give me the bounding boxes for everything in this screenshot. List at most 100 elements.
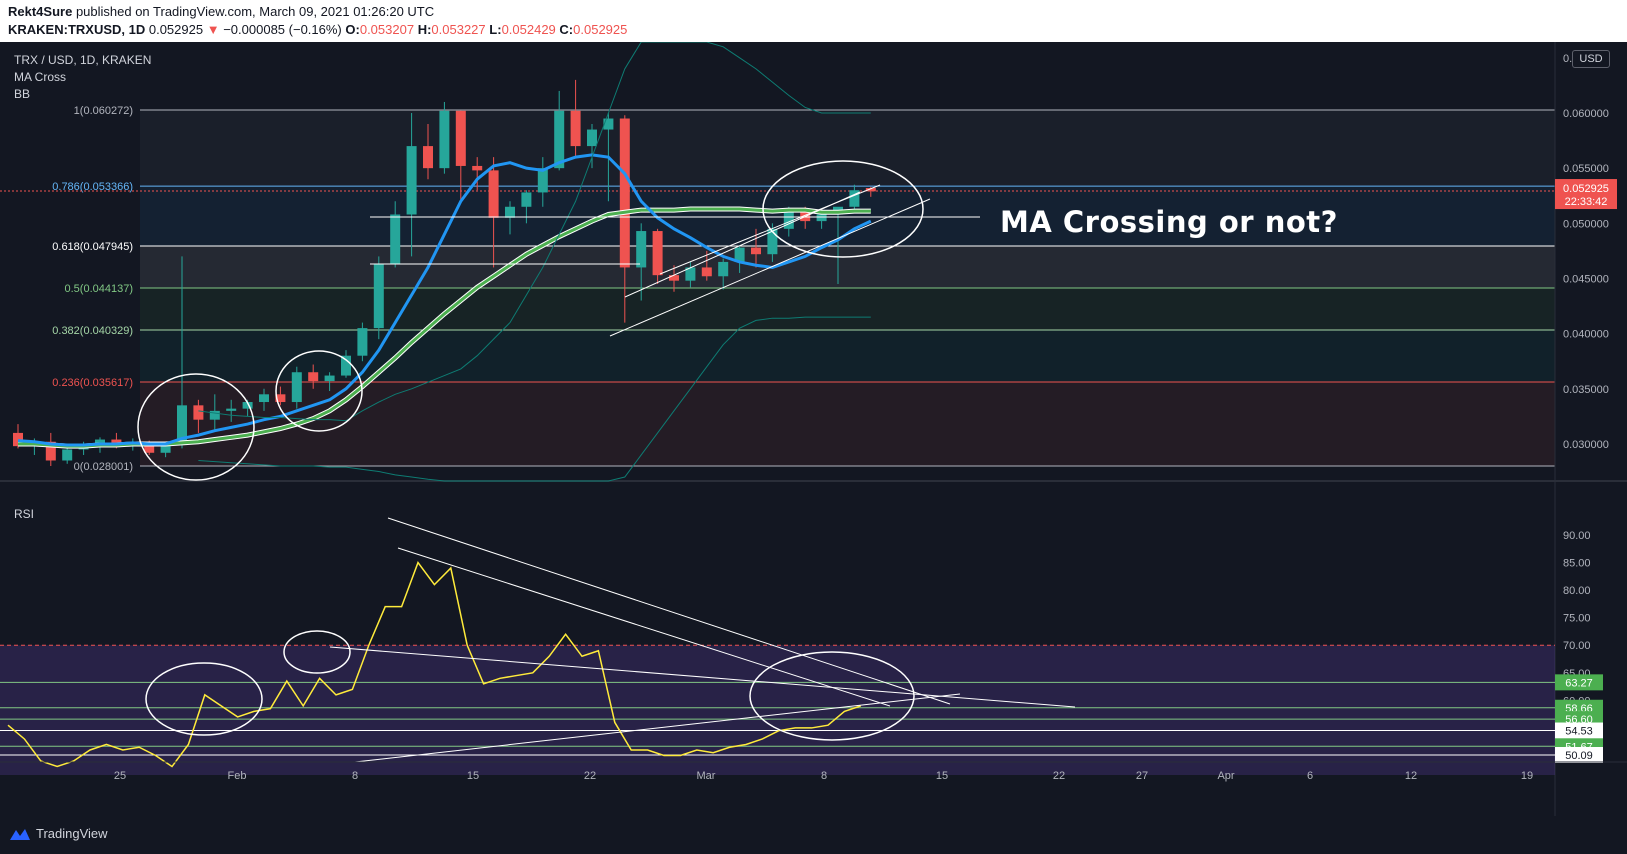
main-pane-legend: TRX / USD, 1D, KRAKEN MA Cross BB xyxy=(14,52,151,103)
candle-body xyxy=(718,261,729,277)
publish-line: Rekt4Sure published on TradingView.com, … xyxy=(8,4,434,19)
brand-name: TradingView xyxy=(36,826,108,841)
close-value: 0.052925 xyxy=(573,22,628,37)
candle-body xyxy=(570,110,581,147)
candle-body xyxy=(652,231,663,276)
time-tick-label: 8 xyxy=(821,770,827,782)
ma-cross-legend[interactable]: MA Cross xyxy=(14,69,151,86)
time-tick-label: 25 xyxy=(114,770,126,782)
candle-body xyxy=(439,110,450,169)
fib-label: 0(0.028001) xyxy=(74,461,133,473)
price-tick-label: 0.060000 xyxy=(1563,108,1609,120)
candle-body xyxy=(62,449,73,461)
candle-body xyxy=(587,129,597,147)
price-tick-label: 0.055000 xyxy=(1563,163,1609,175)
fib-zone xyxy=(140,245,1555,288)
rsi-tick-label: 90.00 xyxy=(1563,530,1591,542)
rsi-legend[interactable]: RSI xyxy=(14,506,34,523)
fib-label: 0.618(0.047945) xyxy=(52,241,133,253)
candle-body xyxy=(521,192,532,207)
candle-body xyxy=(783,210,794,229)
countdown-badge: 22:33:42 xyxy=(1565,196,1608,208)
rsi-badge-label: 63.27 xyxy=(1565,677,1593,689)
time-tick-label: 22 xyxy=(1053,770,1065,782)
time-tick-label: Feb xyxy=(228,770,247,782)
price-tick-label: 0.030000 xyxy=(1563,439,1609,451)
publish-header: Rekt4Sure published on TradingView.com, … xyxy=(0,0,1627,42)
author-name[interactable]: Rekt4Sure xyxy=(8,4,72,19)
price-tick-label: 0.045000 xyxy=(1563,273,1609,285)
time-tick-label: 19 xyxy=(1521,770,1533,782)
candle-body xyxy=(619,118,630,268)
bb-legend[interactable]: BB xyxy=(14,86,151,103)
candle-body xyxy=(308,372,319,382)
price-tick-label: 0.050000 xyxy=(1563,218,1609,230)
symbol-label[interactable]: KRAKEN:TRXUSD, 1D xyxy=(8,22,145,37)
candle-body xyxy=(423,146,433,169)
candle-body xyxy=(324,375,335,382)
symbol-ohlc-line: KRAKEN:TRXUSD, 1D 0.052925 ▼ −0.000085 (… xyxy=(8,22,627,37)
candle-body xyxy=(406,146,417,215)
rsi-tick-label: 75.00 xyxy=(1563,613,1591,625)
candle-body xyxy=(193,405,204,420)
annotation-text[interactable]: MA Crossing or not? xyxy=(1000,205,1338,239)
price-change: −0.000085 (−0.16%) xyxy=(223,22,342,37)
candle-body xyxy=(603,118,614,130)
pair-legend[interactable]: TRX / USD, 1D, KRAKEN xyxy=(14,52,151,69)
rsi-tick-label: 85.00 xyxy=(1563,558,1591,570)
open-label: O: xyxy=(345,22,360,37)
candle-body xyxy=(226,408,237,411)
fib-zone xyxy=(140,330,1555,382)
candle-body xyxy=(341,355,351,376)
candle-body xyxy=(373,264,384,329)
time-tick-label: 8 xyxy=(352,770,358,782)
time-tick-label: 12 xyxy=(1405,770,1417,782)
last-price: 0.052925 xyxy=(148,22,204,37)
time-tick-label: 27 xyxy=(1136,770,1148,782)
candle-body xyxy=(488,170,499,218)
time-tick-label: 15 xyxy=(936,770,948,782)
fib-label: 0.5(0.044137) xyxy=(65,283,134,295)
candle-body xyxy=(472,165,483,171)
chart-canvas[interactable]: 1(0.060272)0.786(0.053366)0.618(0.047945… xyxy=(0,42,1627,816)
fib-label: 0.236(0.035617) xyxy=(52,377,133,389)
time-tick-label: 15 xyxy=(467,770,479,782)
fib-zone xyxy=(140,186,1555,246)
high-value: 0.053227 xyxy=(431,22,486,37)
price-tick-label: 0.040000 xyxy=(1563,329,1609,341)
candle-body xyxy=(701,267,712,277)
published-text: published on TradingView.com, March 09, … xyxy=(75,4,435,19)
open-value: 0.053207 xyxy=(359,22,415,37)
footer: TradingView xyxy=(0,816,1627,854)
rsi-badge-label: 50.09 xyxy=(1565,750,1593,762)
chart-area[interactable]: 1(0.060272) 0.786(0.053366) 0.618(0.047945… xyxy=(0,42,1627,816)
tradingview-logo-icon xyxy=(10,828,30,840)
tradingview-logo[interactable]: TradingView xyxy=(8,826,108,841)
low-label: L: xyxy=(489,22,502,37)
time-tick-label: 6 xyxy=(1307,770,1313,782)
rsi-badge-label: 54.53 xyxy=(1565,726,1593,738)
fib-zone xyxy=(140,287,1555,331)
down-arrow-icon: ▼ xyxy=(206,22,220,37)
candle-body xyxy=(357,328,368,356)
candle-body xyxy=(751,247,761,255)
currency-button[interactable]: USD xyxy=(1572,50,1610,68)
rsi-tick-label: 70.00 xyxy=(1563,640,1591,652)
candle-body xyxy=(505,206,515,218)
candle-body xyxy=(390,214,401,265)
fib-label: 1(0.060272) xyxy=(74,105,133,117)
rsi-tick-label: 80.00 xyxy=(1563,585,1591,597)
close-label: C: xyxy=(559,22,574,37)
candle-body xyxy=(816,214,827,222)
rsi-band-bg xyxy=(0,645,1555,775)
candle-body xyxy=(259,394,269,403)
time-tick-label: Mar xyxy=(697,770,716,782)
time-tick-label: Apr xyxy=(1217,770,1234,782)
candle-body xyxy=(455,110,466,166)
low-value: 0.052429 xyxy=(501,22,556,37)
high-label: H: xyxy=(417,22,432,37)
candle-body xyxy=(669,275,679,281)
price-tick-label: 0.035000 xyxy=(1563,384,1609,396)
current-price-badge: 0.052925 xyxy=(1563,183,1609,195)
fib-label: 0.382(0.040329) xyxy=(52,325,133,337)
